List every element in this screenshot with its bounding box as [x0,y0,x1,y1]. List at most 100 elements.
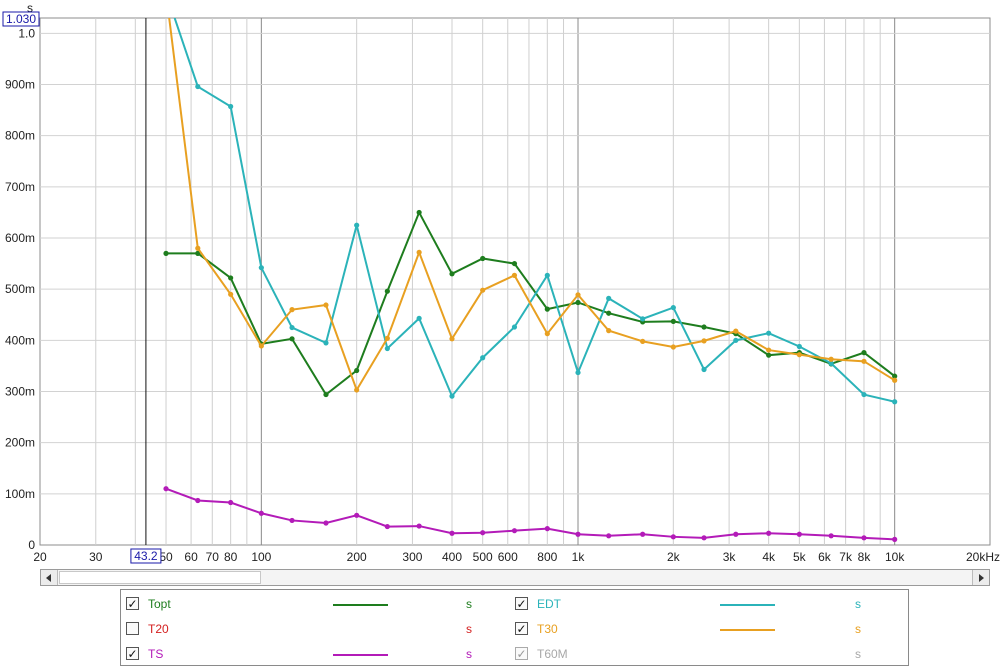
data-point-t30 [354,387,360,393]
x-tick-label: 300 [402,550,422,564]
data-point-ts [640,531,646,537]
data-point-edt [575,369,581,376]
data-point-topt [228,275,234,281]
data-point-edt [861,391,867,398]
data-point-t30 [544,331,550,337]
x-tick-label: 30 [89,550,103,564]
legend-item-t20: T20 s [126,619,506,641]
data-point-topt [701,324,707,330]
data-point-t30 [323,302,329,308]
legend-swatch-line [333,654,388,656]
legend-item-ts: ✓ TS s [126,644,506,666]
data-point-topt [606,310,612,316]
data-point-t30 [892,377,898,383]
data-point-ts [416,523,422,529]
data-point-edt [449,393,455,399]
legend-checkbox-t20[interactable] [126,622,139,635]
data-point-t30 [796,352,802,358]
legend-item-t30: ✓ T30 s [515,619,895,641]
y-tick-label: 500m [5,282,35,296]
x-tick-label: 400 [442,550,462,564]
x-tick-label: 3k [723,550,737,564]
data-point-edt [195,83,201,90]
x-tick-label: 200 [347,550,367,564]
data-point-edt [289,324,295,331]
data-point-topt [670,318,676,325]
x-tick-label: 80 [224,550,238,564]
rt60-chart[interactable]: 0100m200m300m400m500m600m700m800m900m1.0… [0,0,1000,566]
y-tick-label: 700m [5,180,35,194]
legend-panel: ✓ Topt s ✓ EDT s T20 s ✓ T30 s ✓ TS s ✓ T60M s [120,589,909,666]
x-tick-label: 20 [33,550,47,564]
data-point-edt [640,316,646,322]
legend-label: EDT [537,597,561,611]
data-point-ts [670,534,676,540]
legend-unit: s [466,597,472,611]
data-point-edt [733,337,739,343]
data-point-t30 [258,343,264,349]
x-tick-label: 800 [537,550,557,564]
x-tick-label: 1k [572,550,586,564]
data-point-ts [195,497,201,504]
data-point-topt [544,306,550,312]
data-point-edt [701,366,707,373]
x-tick-label: 4k [762,550,776,564]
data-point-edt [354,222,360,228]
legend-item-t60m: ✓ T60M s [515,644,895,666]
legend-checkbox-edt[interactable]: ✓ [515,597,528,610]
legend-item-edt: ✓ EDT s [515,594,895,616]
scrollbar-thumb[interactable] [59,571,261,584]
data-point-ts [796,531,802,537]
data-point-t30 [701,338,707,344]
data-point-t30 [384,335,390,341]
data-point-topt [416,209,422,216]
data-point-ts [449,530,455,536]
data-point-ts [828,533,834,539]
legend-checkbox-topt[interactable]: ✓ [126,597,139,610]
data-point-topt [354,367,360,374]
x-tick-label: 500 [473,550,493,564]
data-point-edt [670,304,676,311]
x-tick-label: 6k [818,550,832,564]
data-point-ts [766,530,772,536]
x-tick-label: 20kHz [966,550,1000,564]
data-point-ts [228,499,234,506]
legend-label: T20 [148,622,169,636]
legend-swatch-line [720,604,775,606]
x-tick-label: 600 [498,550,518,564]
legend-checkbox-t30[interactable]: ✓ [515,622,528,635]
data-point-t30 [195,245,201,251]
legend-swatch-line [333,604,388,606]
legend-unit: s [855,622,861,636]
arrow-right-icon[interactable] [972,570,989,585]
data-point-ts [354,512,360,518]
y-tick-label: 400m [5,333,35,347]
legend-swatch-line [720,629,775,631]
x-tick-label: 10k [885,550,905,564]
x-tick-label: 5k [793,550,807,564]
legend-unit: s [855,597,861,611]
legend-label: Topt [148,597,171,611]
data-point-ts [606,533,612,539]
data-point-edt [480,355,486,361]
data-point-topt [384,288,390,294]
data-point-ts [323,520,329,526]
arrow-left-icon[interactable] [41,570,58,585]
data-point-edt [416,315,422,321]
data-point-ts [892,536,898,542]
legend-checkbox-ts[interactable]: ✓ [126,647,139,660]
data-point-ts [575,531,581,537]
legend-checkbox-t60m[interactable]: ✓ [515,647,528,660]
data-point-topt [766,352,772,358]
x-tick-label: 70 [206,550,220,564]
legend-item-topt: ✓ Topt s [126,594,506,616]
x-tick-label: 7k [839,550,853,564]
x-tick-label: 8k [858,550,872,564]
y-tick-label: 900m [5,78,35,92]
cursor-frequency-label: 43.2 [134,549,158,563]
data-point-topt [449,271,455,277]
data-point-t30 [449,336,455,342]
data-point-ts [289,517,295,524]
y-tick-label: 300m [5,385,35,399]
horizontal-scrollbar[interactable] [40,569,990,586]
